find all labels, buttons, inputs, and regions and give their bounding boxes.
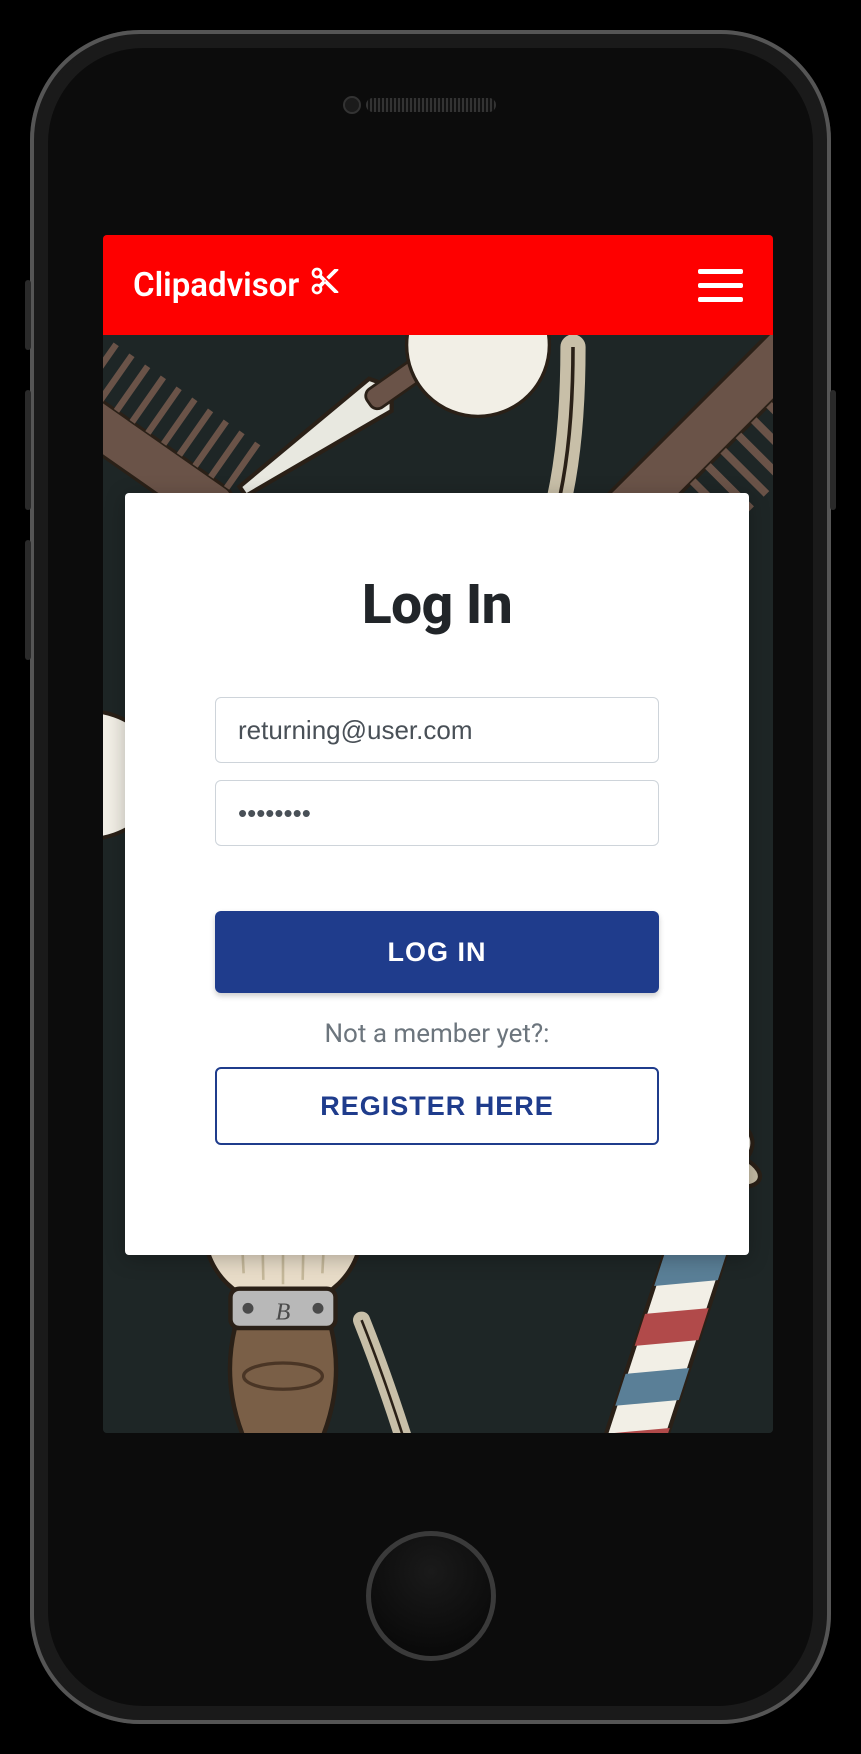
phone-speaker bbox=[366, 98, 496, 112]
scissors-icon bbox=[309, 265, 341, 306]
phone-camera bbox=[343, 96, 361, 114]
login-button[interactable]: LOG IN bbox=[215, 911, 659, 993]
hamburger-icon[interactable] bbox=[698, 269, 743, 302]
brand-text: Clipadvisor bbox=[133, 266, 299, 305]
phone-side-button bbox=[25, 390, 31, 510]
phone-bezel: Clipadvisor bbox=[48, 48, 813, 1706]
svg-text:B: B bbox=[276, 1299, 291, 1325]
password-input[interactable] bbox=[215, 780, 659, 846]
app-header: Clipadvisor bbox=[103, 235, 773, 335]
brand-logo[interactable]: Clipadvisor bbox=[133, 265, 341, 306]
login-title: Log In bbox=[215, 573, 659, 637]
email-input[interactable] bbox=[215, 697, 659, 763]
register-button[interactable]: REGISTER HERE bbox=[215, 1067, 659, 1145]
phone-side-button bbox=[25, 280, 31, 350]
login-card: Log In LOG IN Not a member yet?: REGISTE… bbox=[125, 493, 749, 1255]
phone-side-button bbox=[830, 390, 836, 510]
phone-home-button[interactable] bbox=[366, 1531, 496, 1661]
phone-side-button bbox=[25, 540, 31, 660]
phone-screen: Clipadvisor bbox=[103, 235, 773, 1433]
phone-frame: Clipadvisor bbox=[30, 30, 831, 1724]
phone-top-sensors bbox=[48, 98, 813, 112]
not-member-text: Not a member yet?: bbox=[215, 1019, 659, 1049]
